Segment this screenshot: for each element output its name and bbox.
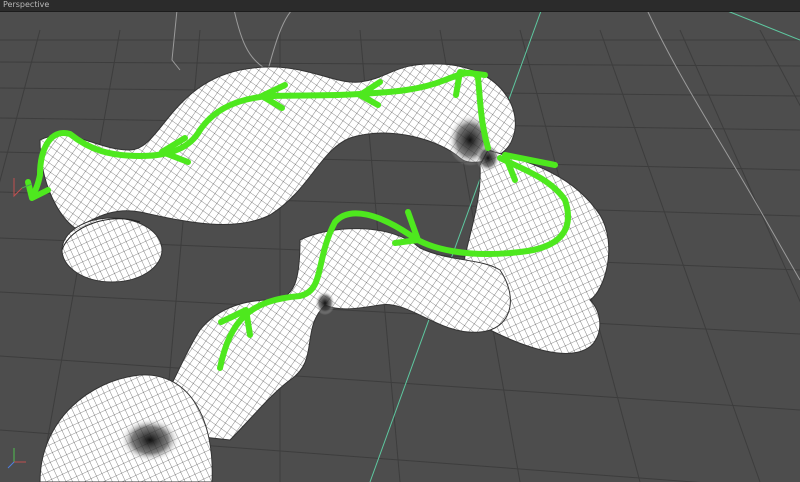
scene-canvas[interactable] [0, 0, 800, 482]
3d-viewport[interactable]: Perspective [0, 0, 800, 482]
axis-gizmo-icon [7, 448, 26, 469]
viewport-title-bar: Perspective [0, 0, 800, 12]
viewport-label: Perspective [3, 0, 50, 9]
